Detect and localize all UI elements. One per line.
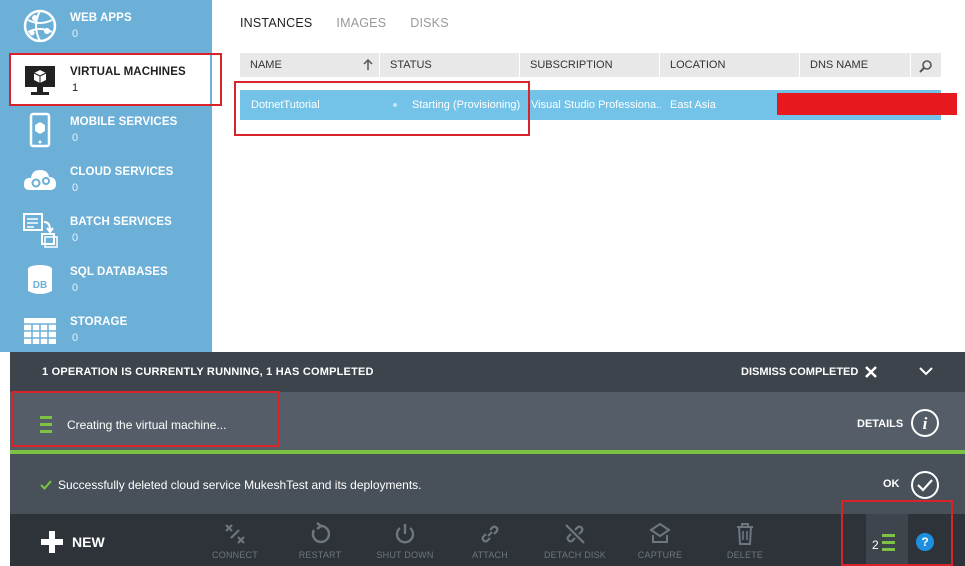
connect-button[interactable]: CONNECT [190,522,280,560]
command-label: SHUT DOWN [376,550,434,560]
mobile-icon [29,112,51,148]
restart-icon [311,522,331,544]
storage-grid-icon [24,318,56,344]
column-header-subscription[interactable]: SUBSCRIPTION [520,53,660,77]
details-button[interactable]: DETAILS [857,418,903,430]
shut-down-button[interactable]: SHUT DOWN [360,522,450,560]
command-label: ATTACH [472,550,508,560]
attach-button[interactable]: ATTACH [445,522,535,560]
monitor-icon [25,66,55,95]
sidebar-item-label: VIRTUAL MACHINES [70,66,186,78]
sidebar-item-web-apps[interactable]: WEB APPS 0 [10,0,210,50]
sidebar-item-cloud-services[interactable]: CLOUD SERVICES 0 [10,154,210,204]
sidebar-item-label: WEB APPS [70,12,132,24]
command-label: CONNECT [212,550,258,560]
power-icon [395,524,415,544]
database-icon: DB [28,265,52,294]
sidebar-item-label: CLOUD SERVICES [70,166,174,178]
svg-text:DB: DB [33,280,47,291]
column-header-label: NAME [250,59,282,71]
progress-bars-icon [40,416,52,433]
plus-icon [41,531,63,553]
redacted-dns-name [777,93,957,115]
batch-icon [23,213,58,248]
cell-name[interactable]: DotnetTutorial [251,90,381,120]
sidebar-item-count: 0 [72,282,79,294]
unlink-icon [565,524,585,544]
checkmark-icon [40,480,52,490]
cell-subscription: Visual Studio Professiona... [531,99,661,111]
capture-button[interactable]: CAPTURE [615,522,705,560]
column-header-location[interactable]: LOCATION [660,53,800,77]
info-icon[interactable]: i [910,408,940,438]
running-operation: Creating the virtual machine... DETAILS … [10,392,965,454]
operations-count: 2 [872,538,879,552]
chevron-down-icon[interactable] [919,366,933,376]
sidebar-item-storage[interactable]: STORAGE 0 [10,304,210,354]
ok-button[interactable]: OK [883,478,900,490]
status-dot-icon [393,103,397,107]
tab-instances[interactable]: INSTANCES [240,16,312,30]
sidebar-item-count: 0 [72,28,79,40]
sidebar-item-count: 0 [72,182,79,194]
globe-icon [23,9,57,43]
operations-button[interactable]: 2 [866,514,908,566]
dismiss-completed-button[interactable]: DISMISS COMPLETED [741,366,858,378]
sidebar-item-sql-databases[interactable]: DB SQL DATABASES 0 [10,254,210,304]
progress-bars-icon [882,534,895,551]
sidebar-item-label: MOBILE SERVICES [70,116,178,128]
command-label: RESTART [298,550,342,560]
sidebar-item-count: 1 [72,82,79,94]
close-icon[interactable] [865,366,877,378]
sidebar-item-label: SQL DATABASES [70,266,168,278]
new-button-label: NEW [72,534,105,550]
restart-button[interactable]: RESTART [275,522,365,560]
capture-icon [649,522,671,543]
completed-operation: Successfully deleted cloud service Mukes… [10,458,965,514]
command-label: DETACH DISK [543,550,607,560]
new-button[interactable]: NEW [40,530,105,554]
sidebar-item-count: 0 [72,132,79,144]
sidebar-item-count: 0 [72,332,79,344]
column-header-dns-name[interactable]: DNS NAME [800,53,911,77]
sidebar-item-virtual-machines[interactable]: VIRTUAL MACHINES 1 [10,54,210,104]
command-label: DELETE [726,550,764,560]
sidebar-item-label: STORAGE [70,316,128,328]
help-button[interactable]: ? [916,533,934,551]
cell-location: East Asia [670,99,716,111]
detach-disk-button[interactable]: DETACH DISK [530,522,620,560]
tab-images[interactable]: IMAGES [336,16,386,30]
notification-summary: 1 OPERATION IS CURRENTLY RUNNING, 1 HAS … [42,366,374,378]
check-circle-icon[interactable] [910,470,940,500]
link-icon [481,525,499,543]
sidebar-item-batch-services[interactable]: BATCH SERVICES 0 [10,204,210,254]
column-header-status[interactable]: STATUS [380,53,520,77]
instance-tabs: INSTANCES IMAGES DISKS [240,16,473,30]
column-header-name[interactable]: NAME [240,53,380,77]
notification-panel: 1 OPERATION IS CURRENTLY RUNNING, 1 HAS … [10,352,965,514]
trash-icon [737,523,753,545]
connect-icon [225,524,245,544]
sidebar-item-mobile-services[interactable]: MOBILE SERVICES 0 [10,104,210,154]
delete-button[interactable]: DELETE [700,522,790,560]
command-bar: NEW CONNECT RESTART SHUT DOWN ATTACH DET… [10,514,965,566]
sidebar-item-label: BATCH SERVICES [70,216,172,228]
svg-text:i: i [923,414,928,433]
operation-text: Successfully deleted cloud service Mukes… [58,478,422,492]
operation-text: Creating the virtual machine... [67,418,227,432]
cell-status: Starting (Provisioning) [412,99,521,111]
tab-disks[interactable]: DISKS [410,16,449,30]
notification-header: 1 OPERATION IS CURRENTLY RUNNING, 1 HAS … [10,352,965,392]
table-header: NAME STATUS SUBSCRIPTION LOCATION DNS NA… [240,53,941,77]
progress-line [10,450,965,454]
search-icon[interactable] [919,59,933,73]
command-label: CAPTURE [637,550,683,560]
sidebar-item-count: 0 [72,232,79,244]
sidebar: WEB APPS 0 VIRTUAL MACHINES 1 MOBILE SER… [0,0,212,352]
cloud-gear-icon [23,170,56,190]
sort-arrow-up-icon [363,59,373,70]
